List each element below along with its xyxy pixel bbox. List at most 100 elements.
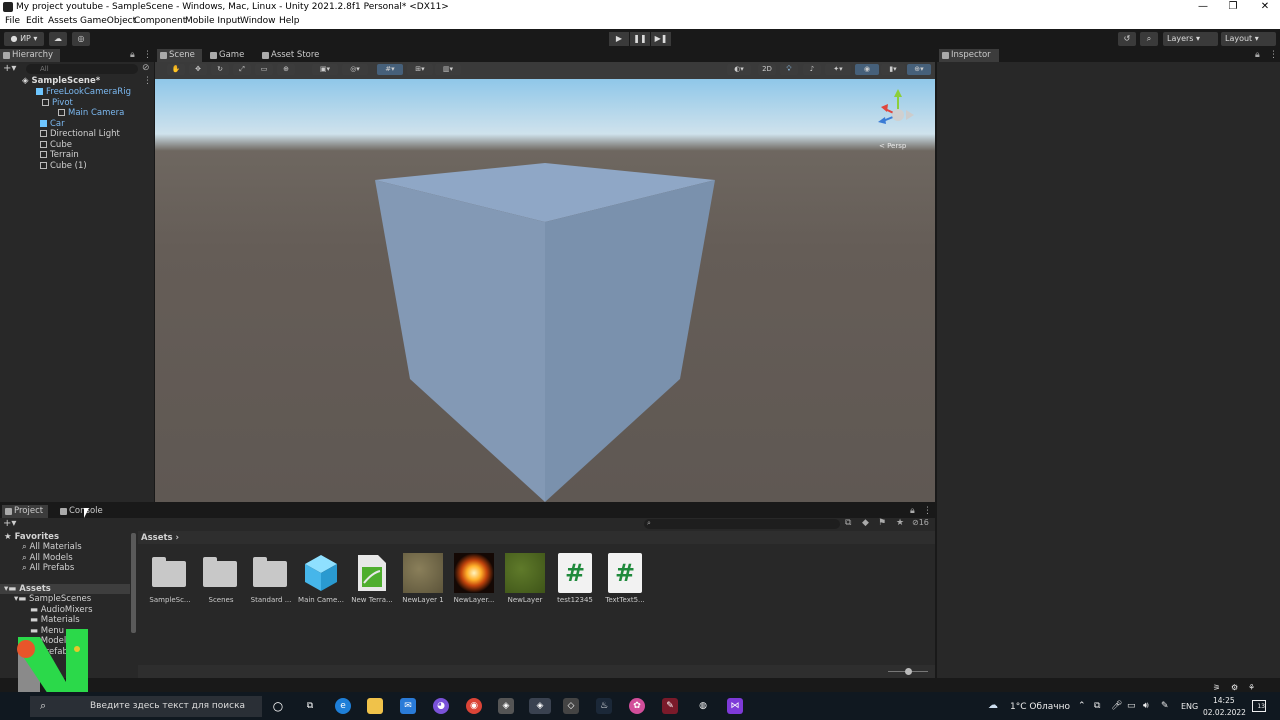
- zoom-slider-handle[interactable]: [905, 668, 912, 675]
- clock-date[interactable]: 02.02.2022: [1203, 708, 1246, 717]
- close-button[interactable]: ✕: [1251, 0, 1279, 15]
- network-icon[interactable]: ⧉: [1094, 701, 1100, 711]
- hierarchy-item[interactable]: Pivot: [42, 98, 73, 108]
- play-button[interactable]: ▶: [609, 32, 629, 46]
- hierarchy-item[interactable]: Main Camera: [58, 108, 124, 118]
- volume-icon[interactable]: 🔊︎: [1143, 701, 1149, 711]
- favorite-item[interactable]: ⌕ All Materials: [22, 542, 82, 552]
- tag-icon[interactable]: ⚑: [878, 518, 886, 528]
- step-button[interactable]: ▶❚: [651, 32, 671, 46]
- lock-icon[interactable]: 🔒︎: [130, 50, 135, 60]
- menu-edit[interactable]: Edit: [26, 16, 43, 26]
- grid-dropdown[interactable]: ⊞▾: [407, 64, 433, 75]
- scale-tool-icon[interactable]: ⤢: [233, 64, 251, 75]
- snap-grid-dropdown[interactable]: #▾: [377, 64, 403, 75]
- account-dropdown[interactable]: ● ИР ▾: [4, 32, 44, 46]
- hierarchy-item[interactable]: FreeLookCameraRig: [36, 87, 131, 97]
- taskbar-search-box[interactable]: ⌕ Введите здесь текст для поиска: [30, 696, 262, 717]
- persp-label[interactable]: < Persp: [879, 142, 906, 150]
- tray-app-icon[interactable]: ⚙: [1231, 683, 1238, 692]
- camera-dropdown[interactable]: ▮▾: [881, 64, 905, 75]
- favorite-item[interactable]: ⌕ All Models: [22, 553, 73, 563]
- hierarchy-item[interactable]: Directional Light: [40, 129, 120, 139]
- chevron-up-icon[interactable]: ⌃: [1078, 701, 1086, 711]
- rotate-tool-icon[interactable]: ↻: [211, 64, 229, 75]
- menu-mobile-input[interactable]: Mobile Input: [185, 16, 241, 26]
- scene-root[interactable]: ◈ SampleScene*: [22, 76, 100, 86]
- hierarchy-item[interactable]: Cube (1): [40, 161, 87, 171]
- add-button[interactable]: +▾: [3, 63, 16, 74]
- project-search-input[interactable]: ⌕: [644, 519, 840, 529]
- menu-window[interactable]: Window: [240, 16, 276, 26]
- lighting-icon[interactable]: 💡︎: [780, 64, 798, 75]
- pause-button[interactable]: ❚❚: [630, 32, 650, 46]
- breadcrumb[interactable]: Assets ›: [141, 533, 179, 543]
- collab-icon[interactable]: ◎: [72, 32, 90, 46]
- effects-dropdown[interactable]: ✦▾: [825, 64, 851, 75]
- gizmos-dropdown[interactable]: ⊕▾: [907, 64, 931, 75]
- assets-root[interactable]: ▾▬ Assets: [0, 584, 130, 594]
- search-by-label-icon[interactable]: ◆: [862, 518, 869, 528]
- unity-icon[interactable]: ◇: [563, 698, 579, 714]
- tab-game[interactable]: Game: [207, 49, 252, 62]
- visual-studio-icon[interactable]: ⋈: [727, 698, 743, 714]
- file-explorer-icon[interactable]: [367, 698, 383, 714]
- increment-snap-dropdown[interactable]: ▥▾: [435, 64, 461, 75]
- create-button[interactable]: +▾: [3, 518, 16, 529]
- weather-label[interactable]: 1°C Облачно: [1010, 702, 1070, 712]
- tab-project[interactable]: Project: [2, 505, 48, 518]
- obs-icon[interactable]: ◍: [695, 698, 711, 714]
- scene-menu-icon[interactable]: ⋮: [143, 76, 152, 86]
- edge-icon[interactable]: e: [335, 698, 351, 714]
- app-icon[interactable]: ✎: [662, 698, 678, 714]
- tab-inspector[interactable]: Inspector: [939, 49, 999, 62]
- menu-assets[interactable]: Assets: [48, 16, 77, 26]
- history-icon[interactable]: ↺: [1118, 32, 1136, 46]
- notification-center-icon[interactable]: 13: [1252, 700, 1266, 712]
- layout-dropdown[interactable]: Layout ▾: [1221, 32, 1276, 46]
- search-icon[interactable]: ⌕: [1140, 32, 1158, 46]
- tree-scrollbar[interactable]: [131, 533, 136, 633]
- hierarchy-item[interactable]: Cube: [40, 140, 72, 150]
- cortana-icon[interactable]: ○: [270, 698, 286, 714]
- clock-time[interactable]: 14:25: [1213, 696, 1235, 705]
- lock-icon[interactable]: 🔒︎: [910, 506, 915, 516]
- hierarchy-item[interactable]: Car: [40, 119, 65, 129]
- microphone-icon[interactable]: 🎤︎: [1111, 701, 1122, 711]
- hand-tool-icon[interactable]: ✋: [167, 64, 185, 75]
- tab-scene[interactable]: Scene: [157, 49, 202, 62]
- favorite-star-icon[interactable]: ★: [896, 518, 904, 528]
- menu-gameobject[interactable]: GameObject: [80, 16, 136, 26]
- chrome-icon[interactable]: ◉: [466, 698, 482, 714]
- transform-tool-icon[interactable]: ⊕: [277, 64, 295, 75]
- kebab-menu-icon[interactable]: ⋮: [1269, 50, 1278, 60]
- menu-help[interactable]: Help: [279, 16, 300, 26]
- tree-folder[interactable]: ▬ Materials: [30, 615, 80, 625]
- scene-viewport[interactable]: < Persp: [155, 79, 935, 502]
- minimize-button[interactable]: —: [1189, 0, 1217, 15]
- tab-asset-store[interactable]: Asset Store: [259, 49, 329, 62]
- favorite-item[interactable]: ⌕ All Prefabs: [22, 563, 74, 573]
- visibility-icon[interactable]: ◉: [855, 64, 879, 75]
- maximize-button[interactable]: ❐: [1219, 0, 1247, 15]
- lock-icon[interactable]: 🔒︎: [1255, 50, 1260, 60]
- rect-tool-icon[interactable]: ▭: [255, 64, 273, 75]
- tree-folder[interactable]: ▾▬ SampleScenes: [14, 594, 91, 604]
- pen-icon[interactable]: ✎: [1161, 701, 1169, 711]
- discord-icon[interactable]: ◕: [433, 698, 449, 714]
- cloud-icon[interactable]: ☁: [49, 32, 67, 46]
- shading-mode-dropdown[interactable]: ◐▾: [727, 64, 751, 75]
- kebab-menu-icon[interactable]: ⋮: [143, 50, 152, 60]
- audio-icon[interactable]: ♪: [803, 64, 821, 75]
- steam-icon[interactable]: ♨: [596, 698, 612, 714]
- hidden-packages-count[interactable]: ⊘16: [912, 518, 929, 527]
- scene-gizmo[interactable]: [873, 85, 923, 133]
- tab-hierarchy[interactable]: Hierarchy: [0, 49, 60, 62]
- unity-editor-icon[interactable]: ◈: [529, 698, 551, 714]
- tray-app-icon[interactable]: ⚞: [1213, 683, 1220, 692]
- paint-app-icon[interactable]: ✿: [629, 698, 645, 714]
- hierarchy-search-input[interactable]: All: [26, 64, 138, 74]
- mail-icon[interactable]: ✉: [400, 698, 416, 714]
- global-dropdown[interactable]: ◎▾: [342, 64, 368, 75]
- camera-icon[interactable]: ▭: [1127, 701, 1136, 711]
